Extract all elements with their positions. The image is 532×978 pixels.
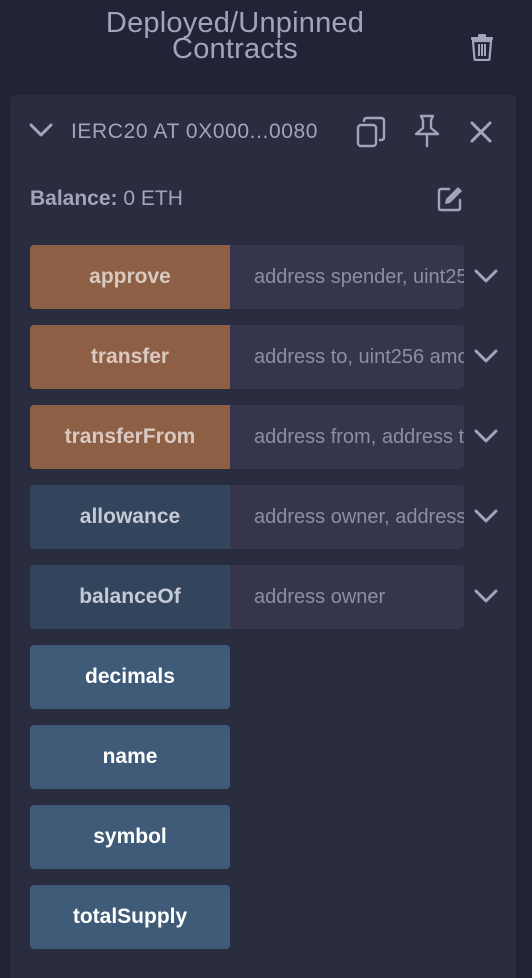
chevron-down-icon[interactable]: [474, 507, 498, 525]
copy-icon[interactable]: [355, 116, 387, 148]
transfer-button[interactable]: transfer: [30, 325, 230, 389]
decimals-button[interactable]: decimals: [30, 645, 230, 709]
section-title-line2: Contracts: [172, 33, 298, 65]
symbol-button[interactable]: symbol: [30, 805, 230, 869]
chevron-down-icon[interactable]: [28, 120, 54, 140]
trash-icon[interactable]: [469, 33, 495, 61]
contract-header: IERC20 AT 0X000...0080: [10, 95, 516, 170]
chevron-down-icon[interactable]: [474, 267, 498, 285]
approve-button[interactable]: approve: [30, 245, 230, 309]
balanceof-button[interactable]: balanceOf: [30, 565, 230, 629]
section-title: Deployed/Unpinned Contracts: [60, 9, 410, 65]
close-icon[interactable]: [469, 120, 493, 144]
chevron-down-icon[interactable]: [474, 347, 498, 365]
chevron-down-icon[interactable]: [474, 427, 498, 445]
balance-value: 0 ETH: [123, 187, 183, 210]
name-button[interactable]: name: [30, 725, 230, 789]
chevron-down-icon[interactable]: [474, 587, 498, 605]
transferfrom-button[interactable]: transferFrom: [30, 405, 230, 469]
allowance-button[interactable]: allowance: [30, 485, 230, 549]
contract-name[interactable]: IERC20 AT 0X000...0080: [71, 120, 333, 144]
totalsupply-button[interactable]: totalSupply: [30, 885, 230, 949]
contract-instance: IERC20 AT 0X000...0080 Balance: 0 ETH ap…: [10, 95, 516, 978]
pin-icon[interactable]: [413, 114, 441, 148]
balanceof-args-input[interactable]: [230, 565, 464, 629]
transferfrom-args-input[interactable]: [230, 405, 464, 469]
balance-row: Balance: 0 ETH: [30, 187, 183, 211]
edit-icon[interactable]: [436, 185, 464, 213]
deployed-contracts-panel: Deployed/Unpinned Contracts IERC20 AT 0X…: [0, 0, 532, 978]
allowance-args-input[interactable]: [230, 485, 464, 549]
transfer-args-input[interactable]: [230, 325, 464, 389]
approve-args-input[interactable]: [230, 245, 464, 309]
balance-label: Balance:: [30, 187, 118, 210]
